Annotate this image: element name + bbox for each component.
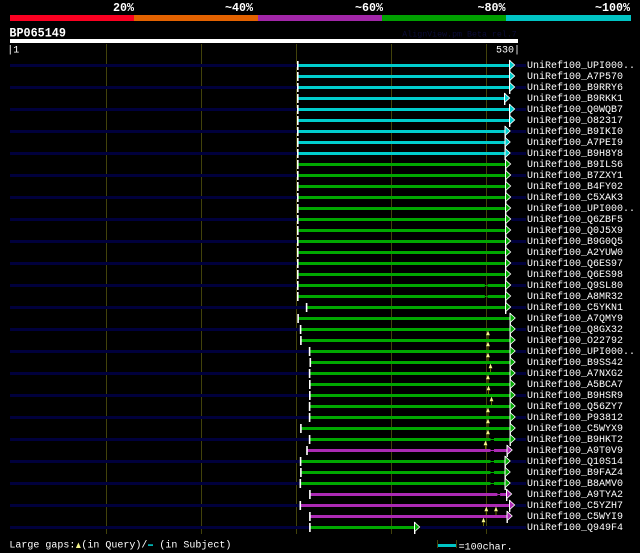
svg-text:(in Query)/: (in Query)/ (81, 539, 147, 551)
svg-text:Large gaps:: Large gaps: (9, 540, 81, 551)
svg-text:BP065149: BP065149 (9, 27, 66, 41)
svg-text:UniRef100_C5YKN1: UniRef100_C5YKN1 (527, 302, 623, 314)
svg-text:UniRef100_Q6ES98: UniRef100_Q6ES98 (527, 269, 623, 281)
svg-text:UniRef100_UPI000..: UniRef100_UPI000.. (527, 203, 635, 215)
svg-text:(in Subject): (in Subject) (153, 539, 231, 551)
svg-text:UniRef100_B9IKI0: UniRef100_B9IKI0 (527, 126, 623, 138)
svg-text:UniRef100_C5WYI9: UniRef100_C5WYI9 (527, 511, 623, 523)
svg-text:UniRef100_C5WYX9: UniRef100_C5WYX9 (527, 423, 623, 435)
svg-text:UniRef100_Q6ES97: UniRef100_Q6ES97 (527, 258, 623, 270)
svg-text:UniRef100_Q9SL80: UniRef100_Q9SL80 (527, 280, 623, 292)
svg-text:AlignView.pm Beta rel.7: AlignView.pm Beta rel.7 (402, 31, 517, 39)
svg-text:UniRef100_UPI000..: UniRef100_UPI000.. (527, 346, 635, 358)
svg-text:UniRef100_B9RKK1: UniRef100_B9RKK1 (527, 93, 623, 105)
svg-text:|1: |1 (7, 45, 19, 57)
svg-text:UniRef100_A9TYA2: UniRef100_A9TYA2 (527, 489, 623, 501)
svg-text:UniRef100_A7PEI9: UniRef100_A7PEI9 (527, 137, 623, 149)
svg-text:UniRef100_A7QMY9: UniRef100_A7QMY9 (527, 313, 623, 325)
svg-text:UniRef100_Q0WQB7: UniRef100_Q0WQB7 (527, 104, 623, 116)
svg-text:UniRef100_Q6ZBF5: UniRef100_Q6ZBF5 (527, 214, 623, 226)
svg-text:UniRef100_B9ILS6: UniRef100_B9ILS6 (527, 159, 623, 171)
svg-text:UniRef100_A8MR32: UniRef100_A8MR32 (527, 291, 623, 303)
svg-text:UniRef100_P93812: UniRef100_P93812 (527, 412, 623, 424)
svg-text:20%: 20% (113, 1, 135, 15)
svg-text:~80%: ~80% (478, 1, 507, 15)
svg-text:UniRef100_C5XAK3: UniRef100_C5XAK3 (527, 192, 623, 204)
svg-text:UniRef100_B9H8Y8: UniRef100_B9H8Y8 (527, 148, 623, 160)
svg-text:=100char.: =100char. (459, 541, 513, 553)
svg-text:UniRef100_Q56ZY7: UniRef100_Q56ZY7 (527, 401, 623, 413)
svg-text:UniRef100_B4FY02: UniRef100_B4FY02 (527, 181, 623, 193)
svg-text:UniRef100_B9G0Q5: UniRef100_B9G0Q5 (527, 236, 623, 248)
svg-text:UniRef100_B9FAZ4: UniRef100_B9FAZ4 (527, 467, 623, 479)
svg-text:UniRef100_A9T0V9: UniRef100_A9T0V9 (527, 445, 623, 457)
svg-text:UniRef100_B9RRY6: UniRef100_B9RRY6 (527, 82, 623, 94)
svg-text:UniRef100_A5BCA7: UniRef100_A5BCA7 (527, 379, 623, 391)
svg-text:UniRef100_Q8GX32: UniRef100_Q8GX32 (527, 324, 623, 336)
svg-text:UniRef100_O22792: UniRef100_O22792 (527, 335, 623, 347)
svg-text:UniRef100_A7NXG2: UniRef100_A7NXG2 (527, 368, 623, 380)
svg-text:UniRef100_Q10S14: UniRef100_Q10S14 (527, 456, 623, 468)
svg-text:UniRef100_Q0J5X9: UniRef100_Q0J5X9 (527, 225, 623, 237)
svg-text:UniRef100_A2YUW0: UniRef100_A2YUW0 (527, 247, 623, 259)
svg-text:UniRef100_UPI000..: UniRef100_UPI000.. (527, 60, 635, 72)
svg-text:~40%: ~40% (225, 1, 254, 15)
svg-text:UniRef100_B7ZXY1: UniRef100_B7ZXY1 (527, 170, 623, 182)
svg-text:530|: 530| (496, 45, 520, 57)
svg-text:UniRef100_O82317: UniRef100_O82317 (527, 115, 623, 127)
svg-text:UniRef100_B8AMV0: UniRef100_B8AMV0 (527, 478, 623, 490)
svg-text:~60%: ~60% (355, 1, 384, 15)
svg-text:UniRef100_B9HKT2: UniRef100_B9HKT2 (527, 434, 623, 446)
svg-text:UniRef100_C5YZH7: UniRef100_C5YZH7 (527, 500, 623, 512)
svg-text:UniRef100_Q949F4: UniRef100_Q949F4 (527, 522, 623, 534)
svg-text:UniRef100_B9SS42: UniRef100_B9SS42 (527, 357, 623, 369)
svg-text:UniRef100_A7P570: UniRef100_A7P570 (527, 71, 623, 83)
svg-text:~100%: ~100% (595, 1, 631, 15)
svg-text:UniRef100_B9HSR9: UniRef100_B9HSR9 (527, 390, 623, 402)
